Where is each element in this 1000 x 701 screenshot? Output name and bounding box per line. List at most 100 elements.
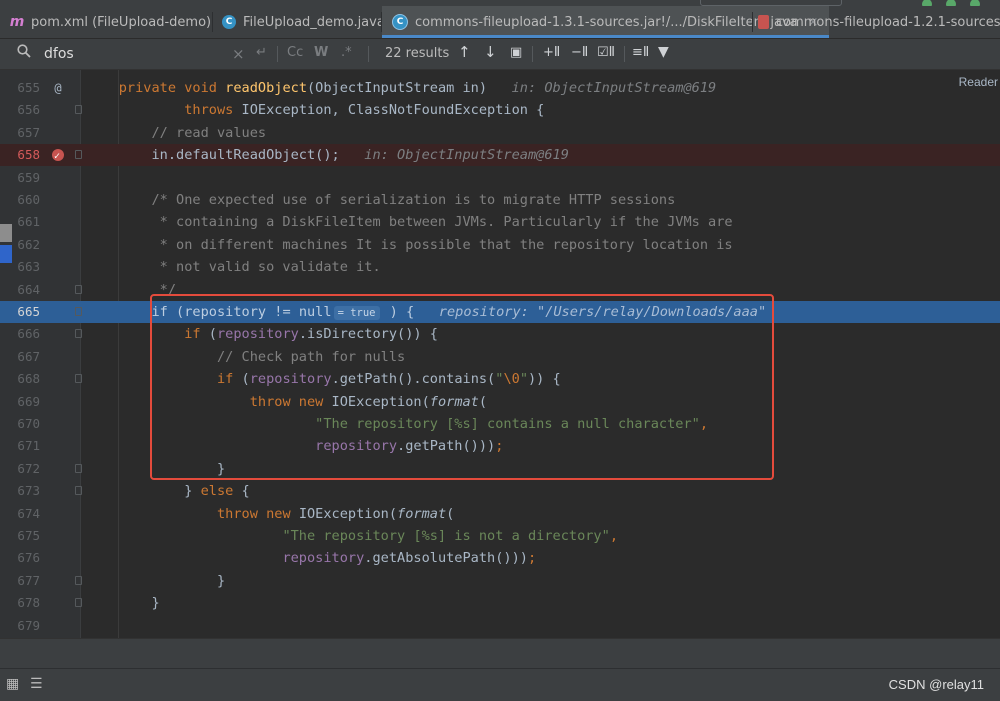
- line-number[interactable]: 656: [6, 99, 40, 121]
- code-text: }: [86, 458, 225, 480]
- line-number[interactable]: 677: [6, 570, 40, 592]
- code-token: }: [118, 572, 226, 589]
- fold-marker-icon[interactable]: [75, 463, 82, 473]
- search-input[interactable]: [42, 45, 236, 63]
- previous-occurrence-icon[interactable]: ↑: [458, 43, 471, 61]
- line-number[interactable]: 673: [6, 480, 40, 502]
- funnel-icon[interactable]: ▼: [658, 44, 669, 60]
- code-token: repository: [249, 371, 332, 388]
- code-line[interactable]: 669 throw new IOException(format(: [0, 391, 1000, 413]
- line-number[interactable]: 668: [6, 368, 40, 390]
- new-line-icon[interactable]: ↵: [256, 45, 267, 60]
- line-number[interactable]: 675: [6, 525, 40, 547]
- line-number[interactable]: 663: [6, 256, 40, 278]
- line-number[interactable]: 655: [6, 77, 40, 99]
- code-token: .getAbsolutePath())): [364, 550, 528, 567]
- line-number[interactable]: 670: [6, 413, 40, 435]
- code-line[interactable]: 675 "The repository [%s] is not a direct…: [0, 525, 1000, 547]
- code-line[interactable]: 664 */: [0, 279, 1000, 301]
- breakpoint-icon[interactable]: [52, 146, 64, 168]
- add-occurrence-icon[interactable]: +Ⅱ: [543, 45, 560, 60]
- code-line[interactable]: 670 "The repository [%s] contains a null…: [0, 413, 1000, 435]
- words-toggle[interactable]: W: [314, 45, 328, 60]
- code-line[interactable]: 679: [0, 615, 1000, 637]
- line-number[interactable]: 665: [6, 301, 40, 323]
- regex-toggle[interactable]: .*: [341, 45, 352, 60]
- tab-fileupload-demo[interactable]: C FileUpload_demo.java ×: [222, 6, 406, 38]
- code-token: ,: [609, 528, 618, 544]
- code-text: * on different machines It is possible t…: [86, 234, 733, 256]
- fold-marker-icon[interactable]: [75, 105, 82, 115]
- code-line[interactable]: 655 @ private void readObject(ObjectInput…: [0, 77, 1000, 99]
- code-line[interactable]: 673 } else {: [0, 480, 1000, 502]
- bookmarks-icon[interactable]: ☰: [30, 676, 43, 692]
- line-number[interactable]: 659: [6, 167, 40, 189]
- code-line[interactable]: 662 * on different machines It is possib…: [0, 234, 1000, 256]
- structure-icon[interactable]: ▦: [6, 676, 19, 692]
- tab-pom-xml[interactable]: m pom.xml (FileUpload-demo) ×: [10, 6, 232, 38]
- fold-marker-icon[interactable]: [75, 284, 82, 294]
- code-line[interactable]: 659: [0, 167, 1000, 189]
- code-line[interactable]: 678 }: [0, 592, 1000, 614]
- code-line[interactable]: 656 throws IOException, ClassNotFoundExc…: [0, 99, 1000, 121]
- search-icon[interactable]: [17, 44, 31, 58]
- fold-marker-icon[interactable]: [75, 598, 82, 608]
- code-line[interactable]: 671 repository.getPath()));: [0, 435, 1000, 457]
- code-text: repository.getPath()));: [86, 435, 503, 457]
- next-occurrence-icon[interactable]: ↓: [484, 43, 497, 61]
- line-number[interactable]: 667: [6, 346, 40, 368]
- code-editor[interactable]: Reader 655 @ private void readObject(Obje…: [0, 70, 1000, 638]
- code-token: .getPath().contains(: [331, 371, 496, 388]
- filter-search-icon[interactable]: ≡Ⅱ: [632, 45, 649, 60]
- code-line[interactable]: 657 // read values: [0, 122, 1000, 144]
- code-line[interactable]: 665 if (repository != null = true ) { rep…: [0, 301, 1000, 323]
- line-number[interactable]: 671: [6, 435, 40, 457]
- clear-search-icon[interactable]: ×: [232, 45, 245, 63]
- line-number[interactable]: 660: [6, 189, 40, 211]
- bottom-panel-header: [0, 638, 1000, 669]
- line-number[interactable]: 662: [6, 234, 40, 256]
- line-number[interactable]: 657: [6, 122, 40, 144]
- line-number[interactable]: 666: [6, 323, 40, 345]
- line-number[interactable]: 678: [6, 592, 40, 614]
- code-line[interactable]: 661 * containing a DiskFileItem between …: [0, 211, 1000, 233]
- code-line[interactable]: 663 * not valid so validate it.: [0, 256, 1000, 278]
- remove-occurrence-icon[interactable]: −Ⅱ: [571, 45, 588, 60]
- line-number[interactable]: 676: [6, 547, 40, 569]
- code-token: .isDirectory()) {: [298, 326, 438, 343]
- code-token: * not valid so validate it.: [159, 259, 381, 276]
- code-line[interactable]: 658 in.defaultReadObject(); in: ObjectIn…: [0, 144, 1000, 168]
- tab-fileupload-121[interactable]: commons-fileupload-1.2.1-sources.jar!/: [758, 6, 1000, 38]
- code-line[interactable]: 660 /* One expected use of serialization…: [0, 189, 1000, 211]
- line-number[interactable]: 664: [6, 279, 40, 301]
- line-number[interactable]: 658: [6, 144, 40, 166]
- select-all-occurrences-icon[interactable]: ▣: [510, 45, 522, 60]
- line-number[interactable]: 672: [6, 458, 40, 480]
- code-line[interactable]: 677 }: [0, 570, 1000, 592]
- code-text: repository.getAbsolutePath()));: [86, 547, 536, 569]
- code-line[interactable]: 672 }: [0, 458, 1000, 480]
- line-number[interactable]: 674: [6, 503, 40, 525]
- match-case-toggle[interactable]: Cc: [287, 45, 303, 60]
- java-file-icon: [758, 15, 769, 29]
- fold-marker-icon[interactable]: [75, 307, 82, 316]
- code-token: ;: [495, 438, 504, 455]
- fold-marker-icon[interactable]: [75, 329, 82, 339]
- code-line[interactable]: 666 if (repository.isDirectory()) {: [0, 323, 1000, 345]
- fold-marker-icon[interactable]: [75, 575, 82, 585]
- code-line[interactable]: 674 throw new IOException(format(: [0, 503, 1000, 525]
- line-number[interactable]: 669: [6, 391, 40, 413]
- fold-marker-icon[interactable]: [75, 486, 82, 496]
- line-number[interactable]: 679: [6, 615, 40, 637]
- override-marker-icon[interactable]: @: [50, 77, 66, 99]
- code-token: (ObjectInputStream in): [307, 80, 512, 96]
- select-all-matches-icon[interactable]: ☑Ⅱ: [597, 45, 615, 60]
- line-number[interactable]: 661: [6, 211, 40, 233]
- fold-marker-icon[interactable]: [75, 150, 82, 160]
- fold-marker-icon[interactable]: [75, 374, 82, 384]
- code-line[interactable]: 668 if (repository.getPath().contains("\…: [0, 368, 1000, 390]
- code-line[interactable]: 667 // Check path for nulls: [0, 346, 1000, 368]
- code-line[interactable]: 676 repository.getAbsolutePath()));: [0, 547, 1000, 569]
